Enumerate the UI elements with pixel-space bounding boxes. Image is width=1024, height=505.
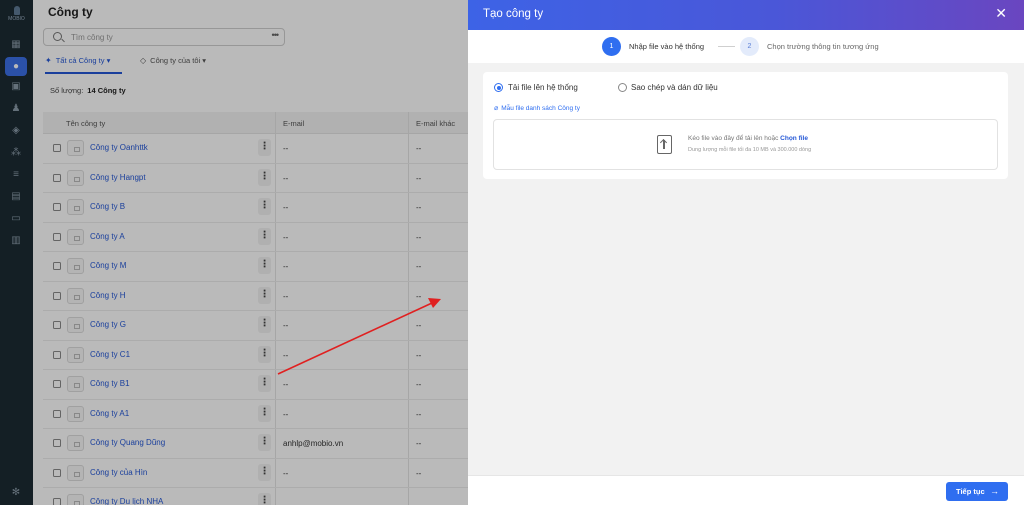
drawer-title: Tạo công ty <box>483 8 544 20</box>
next-button[interactable]: Tiếp tục → <box>946 482 1008 501</box>
upload-file-label[interactable]: Tải file lên hệ thống <box>508 83 578 92</box>
step-1-label: Nhập file vào hệ thống <box>629 42 705 51</box>
drawer-header: Tạo công ty ✕ <box>468 0 1024 30</box>
paperclip-icon: ⌀ <box>494 105 499 112</box>
step-1-indicator: 1 <box>602 37 621 56</box>
upload-file-radio[interactable] <box>494 83 503 92</box>
upload-file-icon <box>657 135 672 154</box>
step-2-label: Chọn trường thông tin tương ứng <box>767 42 879 51</box>
modal-backdrop[interactable] <box>0 0 468 505</box>
step-2-indicator: 2 <box>740 37 759 56</box>
template-download-link[interactable]: ⌀ Mẫu file danh sách Công ty <box>494 104 580 112</box>
paste-data-radio[interactable] <box>618 83 627 92</box>
paste-data-label[interactable]: Sao chép và dán dữ liệu <box>631 83 718 92</box>
create-company-drawer: Tạo công ty ✕ 1 Nhập file vào hệ thống 2… <box>468 0 1024 505</box>
import-card: Tải file lên hệ thống Sao chép và dán dữ… <box>483 72 1008 179</box>
step-connector <box>718 46 735 47</box>
drop-zone-hint: Dung lượng mỗi file tối đa 10 MB và 300.… <box>688 147 812 153</box>
close-icon[interactable]: ✕ <box>995 6 1007 20</box>
choose-file-link[interactable]: Chọn file <box>780 135 808 142</box>
drawer-footer: Tiếp tục → <box>468 475 1024 505</box>
stepper: 1 Nhập file vào hệ thống 2 Chọn trường t… <box>468 30 1024 63</box>
file-drop-zone[interactable]: Kéo file vào đây để tải lên hoặc Chọn fi… <box>493 119 998 170</box>
drop-zone-text: Kéo file vào đây để tải lên hoặc Chọn fi… <box>688 135 808 142</box>
arrow-right-icon: → <box>990 486 999 496</box>
